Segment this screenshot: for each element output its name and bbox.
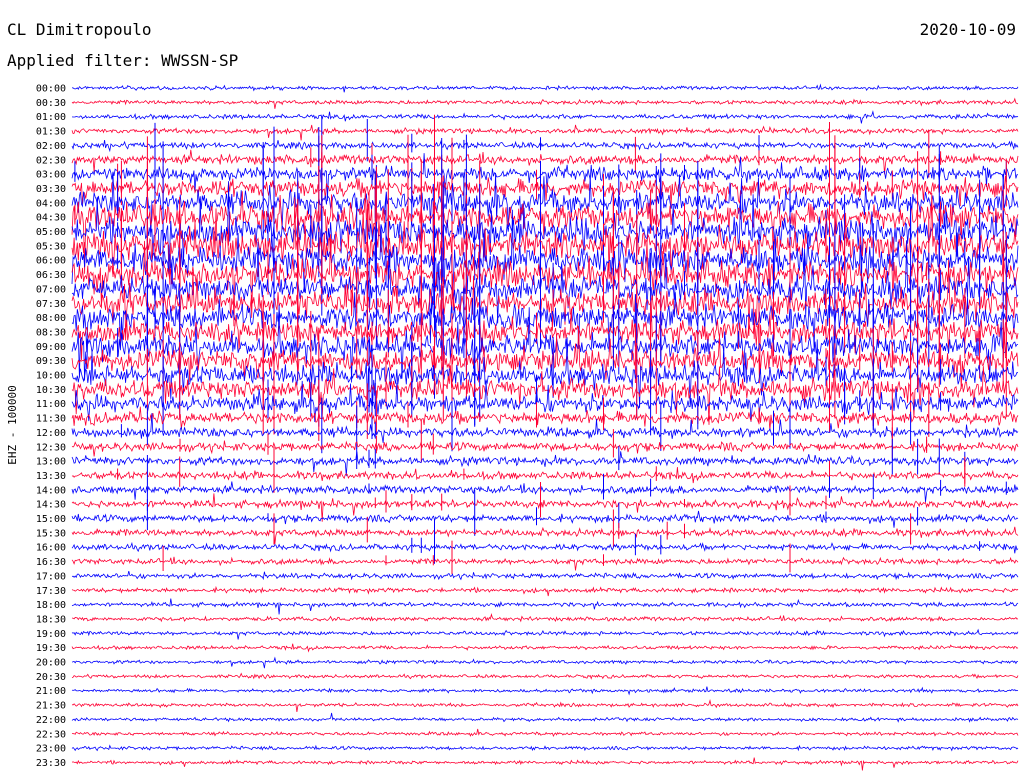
trace-row-1600 <box>71 541 1019 554</box>
time-tick-label: 17:00 <box>36 571 66 582</box>
time-tick-label: 02:00 <box>36 141 66 152</box>
trace-row-1030 <box>71 365 1019 425</box>
time-tick-label: 13:30 <box>36 471 66 482</box>
time-tick-label: 22:00 <box>36 715 66 726</box>
time-tick-label: 05:30 <box>36 241 66 252</box>
time-tick-label: 22:30 <box>36 729 66 740</box>
trace-row-0200 <box>71 140 1019 153</box>
time-tick-label: 09:00 <box>36 342 66 353</box>
time-tick-label: 01:00 <box>36 112 66 123</box>
trace-row-1430 <box>71 493 1019 522</box>
trace-row-2030 <box>71 672 1019 680</box>
trace-row-2230 <box>71 728 1019 737</box>
time-tick-label: 20:00 <box>36 658 66 669</box>
trace-row-1830 <box>71 612 1019 623</box>
trace-row-2100 <box>71 686 1019 696</box>
trace-row-1530 <box>71 526 1019 544</box>
time-tick-label: 06:00 <box>36 256 66 267</box>
trace-row-0130 <box>71 124 1019 141</box>
tick-label-layer: 00:00 00:30 01:00 01:30 02:00 02:30 03:00 03:30… <box>36 84 66 769</box>
time-tick-label: 18:00 <box>36 600 66 611</box>
trace-row-2200 <box>71 712 1019 723</box>
time-tick-label: 06:30 <box>36 270 66 281</box>
trace-row-2000 <box>71 656 1018 669</box>
time-tick-label: 16:30 <box>36 557 66 568</box>
trace-row-1800 <box>71 598 1019 615</box>
trace-row-2300 <box>71 744 1019 752</box>
helicorder-plot: 00:00 00:30 01:00 01:30 02:00 02:30 03:00 03:30… <box>6 83 1019 771</box>
time-tick-label: 20:30 <box>36 672 66 683</box>
time-tick-label: 07:30 <box>36 299 66 310</box>
time-tick-label: 23:30 <box>36 758 66 769</box>
time-tick-label: 19:00 <box>36 629 66 640</box>
trace-row-1730 <box>71 585 1019 597</box>
time-tick-label: 04:00 <box>36 198 66 209</box>
time-tick-label: 08:30 <box>36 327 66 338</box>
trace-row-0100 <box>71 110 1019 124</box>
time-tick-label: 16:00 <box>36 543 66 554</box>
trace-row-0030 <box>71 97 1019 109</box>
trace-row-0000 <box>71 83 1019 93</box>
time-tick-label: 09:30 <box>36 356 66 367</box>
time-tick-label: 03:00 <box>36 170 66 181</box>
y-axis-label: EHZ - 100000 <box>6 385 19 464</box>
time-tick-label: 14:00 <box>36 485 66 496</box>
time-tick-label: 11:00 <box>36 399 66 410</box>
trace-row-2330 <box>71 757 1019 771</box>
time-tick-label: 13:00 <box>36 457 66 468</box>
time-tick-label: 15:00 <box>36 514 66 525</box>
trace-row-0230 <box>71 149 1019 175</box>
time-tick-label: 15:30 <box>36 528 66 539</box>
time-tick-label: 04:30 <box>36 213 66 224</box>
time-tick-label: 10:00 <box>36 371 66 382</box>
time-tick-label: 01:30 <box>36 127 66 138</box>
time-tick-label: 12:00 <box>36 428 66 439</box>
time-tick-label: 07:00 <box>36 284 66 295</box>
time-tick-label: 19:30 <box>36 643 66 654</box>
trace-row-2130 <box>71 699 1019 712</box>
trace-layer <box>71 83 1019 771</box>
time-tick-label: 17:30 <box>36 586 66 597</box>
trace-row-1900 <box>71 628 1019 640</box>
time-tick-label: 08:00 <box>36 313 66 324</box>
time-tick-label: 10:30 <box>36 385 66 396</box>
trace-row-1330 <box>71 467 1019 484</box>
time-tick-label: 12:30 <box>36 442 66 453</box>
trace-row-1400 <box>71 481 1019 503</box>
time-tick-label: 21:00 <box>36 686 66 697</box>
time-tick-label: 23:00 <box>36 744 66 755</box>
time-tick-label: 00:00 <box>36 84 66 95</box>
time-tick-label: 18:30 <box>36 614 66 625</box>
trace-row-1700 <box>71 571 1019 581</box>
trace-row-1930 <box>71 643 1019 653</box>
time-tick-label: 21:30 <box>36 701 66 712</box>
time-tick-label: 05:00 <box>36 227 66 238</box>
time-tick-label: 02:30 <box>36 155 66 166</box>
time-tick-label: 14:30 <box>36 500 66 511</box>
trace-row-1630 <box>71 556 1019 571</box>
trace-row-1500 <box>71 510 1019 528</box>
time-tick-label: 00:30 <box>36 98 66 109</box>
trace-row-1230 <box>71 440 1019 457</box>
time-tick-label: 11:30 <box>36 414 66 425</box>
time-tick-label: 03:30 <box>36 184 66 195</box>
